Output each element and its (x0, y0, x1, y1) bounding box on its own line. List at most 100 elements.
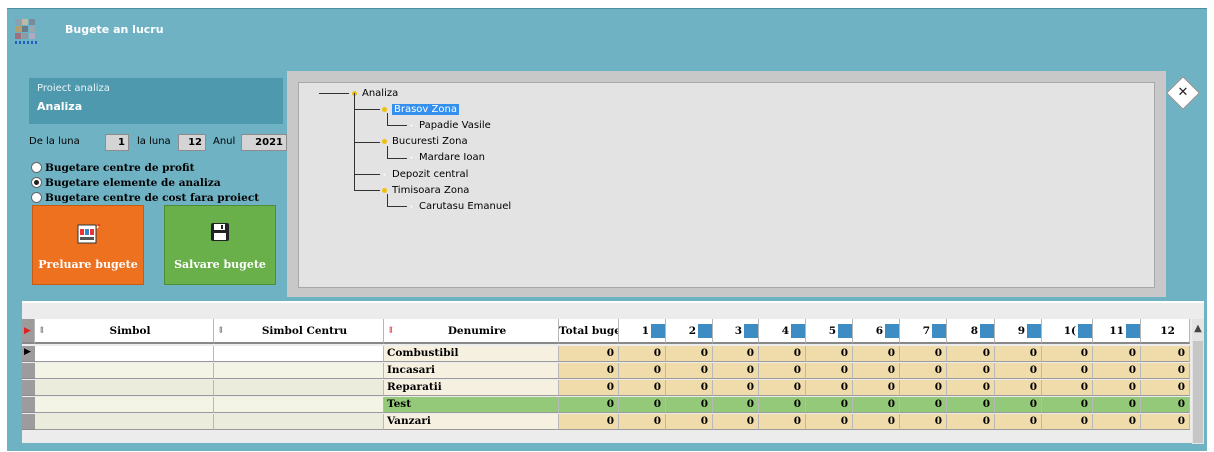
column-header[interactable]: 4 (759, 319, 806, 344)
symbol-cell[interactable] (35, 397, 214, 413)
month-cell[interactable]: 0 (619, 397, 666, 413)
month-cell[interactable]: 0 (713, 346, 759, 362)
center-symbol-cell[interactable] (214, 380, 384, 396)
budget-option-1[interactable]: Bugetare elemente de analiza (31, 175, 259, 190)
project-analysis-box[interactable]: Proiect analiza Analiza (29, 78, 283, 124)
name-cell[interactable]: Reparatii (384, 380, 559, 396)
tree-node[interactable]: Mardare Ioan (409, 151, 485, 165)
symbol-cell[interactable] (35, 380, 214, 396)
tree-node[interactable]: Carutasu Emanuel (409, 199, 511, 213)
month-cell[interactable]: 0 (995, 380, 1042, 396)
total-cell[interactable]: 0 (559, 363, 619, 379)
month-cell[interactable]: 0 (1141, 397, 1190, 413)
tree-node[interactable]: Brasov Zona (382, 102, 459, 116)
column-menu-icon[interactable] (744, 324, 758, 338)
column-menu-icon[interactable] (1078, 324, 1092, 338)
close-button[interactable]: ✕ (1166, 76, 1200, 110)
month-cell[interactable]: 0 (995, 346, 1042, 362)
column-menu-icon[interactable] (791, 324, 805, 338)
month-cell[interactable]: 0 (900, 380, 947, 396)
month-cell[interactable]: 0 (759, 346, 806, 362)
symbol-cell[interactable] (35, 363, 214, 379)
row-indicator[interactable] (22, 380, 35, 396)
month-cell[interactable]: 0 (947, 363, 995, 379)
month-cell[interactable]: 0 (947, 414, 995, 430)
month-cell[interactable]: 0 (759, 397, 806, 413)
month-cell[interactable]: 0 (900, 346, 947, 362)
column-menu-icon[interactable] (980, 324, 994, 338)
total-cell[interactable]: 0 (559, 346, 619, 362)
month-cell[interactable]: 0 (713, 380, 759, 396)
month-cell[interactable]: 0 (1042, 380, 1093, 396)
center-symbol-cell[interactable] (214, 363, 384, 379)
radio-icon[interactable] (31, 162, 42, 173)
scrollbar-thumb[interactable] (1193, 341, 1203, 443)
name-cell[interactable]: Combustibil (384, 346, 559, 362)
row-indicator[interactable] (22, 414, 35, 430)
budget-option-2[interactable]: Bugetare centre de cost fara proiect (31, 190, 259, 205)
month-cell[interactable]: 0 (947, 346, 995, 362)
month-cell[interactable]: 0 (1042, 346, 1093, 362)
month-cell[interactable]: 0 (853, 346, 900, 362)
column-header[interactable]: ⇕ Simbol (35, 319, 214, 344)
tree-node[interactable]: Papadie Vasile (409, 118, 491, 132)
month-cell[interactable]: 0 (666, 397, 713, 413)
to-month-input[interactable]: 12 (178, 134, 206, 151)
column-header[interactable]: 1( (1042, 319, 1093, 344)
row-indicator[interactable] (22, 363, 35, 379)
month-cell[interactable]: 0 (666, 346, 713, 362)
center-symbol-cell[interactable] (214, 414, 384, 430)
column-header[interactable]: 5 (806, 319, 853, 344)
month-cell[interactable]: 0 (619, 380, 666, 396)
tree-node[interactable]: Analiza (352, 86, 398, 100)
month-cell[interactable]: 0 (1141, 414, 1190, 430)
symbol-cell[interactable] (35, 414, 214, 430)
year-input[interactable]: 2021 (241, 134, 287, 151)
month-cell[interactable]: 0 (759, 414, 806, 430)
month-cell[interactable]: 0 (713, 397, 759, 413)
month-cell[interactable]: 0 (1093, 380, 1141, 396)
month-cell[interactable]: 0 (1141, 346, 1190, 362)
month-cell[interactable]: 0 (759, 363, 806, 379)
month-cell[interactable]: 0 (666, 380, 713, 396)
column-header[interactable]: ⇕ Denumire (384, 319, 559, 344)
from-month-input[interactable]: 1 (105, 134, 129, 151)
column-header[interactable]: 3 (713, 319, 759, 344)
column-header[interactable]: 1 (619, 319, 666, 344)
month-cell[interactable]: 0 (995, 363, 1042, 379)
analysis-tree[interactable]: Analiza Brasov Zona Papadie Vasile Bucurest… (298, 82, 1155, 288)
total-cell[interactable]: 0 (559, 397, 619, 413)
month-cell[interactable]: 0 (947, 397, 995, 413)
column-header[interactable]: 6 (853, 319, 900, 344)
month-cell[interactable]: 0 (713, 363, 759, 379)
month-cell[interactable]: 0 (1093, 346, 1141, 362)
month-cell[interactable]: 0 (853, 363, 900, 379)
month-cell[interactable]: 0 (1042, 363, 1093, 379)
month-cell[interactable]: 0 (666, 414, 713, 430)
month-cell[interactable]: 0 (995, 414, 1042, 430)
month-cell[interactable]: 0 (759, 380, 806, 396)
center-symbol-cell[interactable] (214, 346, 384, 362)
month-cell[interactable]: 0 (666, 363, 713, 379)
sort-icon[interactable]: ⇕ (217, 319, 225, 342)
budget-option-0[interactable]: Bugetare centre de profit (31, 160, 259, 175)
load-budgets-button[interactable]: Preluare bugete (32, 205, 144, 285)
month-cell[interactable]: 0 (1042, 397, 1093, 413)
scroll-up-icon[interactable]: ▲ (1192, 323, 1204, 334)
column-header[interactable]: Total buge (559, 319, 619, 344)
month-cell[interactable]: 0 (806, 397, 853, 413)
month-cell[interactable]: 0 (1093, 397, 1141, 413)
month-cell[interactable]: 0 (806, 363, 853, 379)
sort-icon[interactable]: ⇕ (387, 319, 395, 342)
month-cell[interactable]: 0 (806, 380, 853, 396)
name-cell[interactable]: Test (384, 397, 559, 413)
column-header[interactable]: ⇕ Simbol Centru (214, 319, 384, 344)
month-cell[interactable]: 0 (1093, 414, 1141, 430)
month-cell[interactable]: 0 (619, 363, 666, 379)
column-menu-icon[interactable] (838, 324, 852, 338)
month-cell[interactable]: 0 (947, 380, 995, 396)
radio-icon[interactable] (31, 177, 42, 188)
grid-scrollbar[interactable]: ▲ (1192, 319, 1204, 444)
column-menu-icon[interactable] (651, 324, 665, 338)
month-cell[interactable]: 0 (619, 346, 666, 362)
